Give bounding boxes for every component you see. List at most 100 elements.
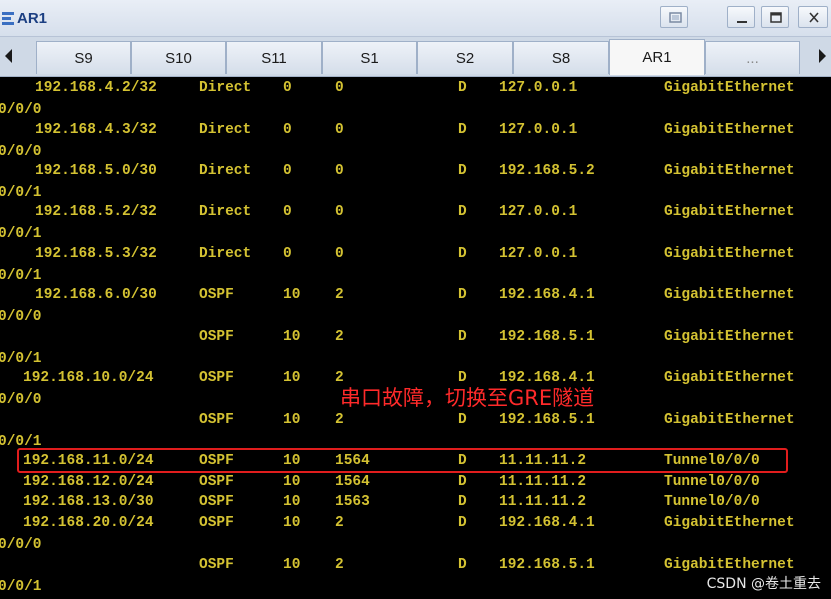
route-dest: 192.168.5.0/30 — [35, 163, 157, 179]
route-flags: D — [458, 287, 467, 303]
route-flags: D — [458, 122, 467, 138]
route-nexthop: 192.168.5.2 — [499, 163, 595, 179]
route-pre: 0 — [283, 122, 292, 138]
route-row: 192.168.4.2/32 Direct 0 0 D 127.0.0.1 GigabitE… — [0, 78, 831, 98]
app-icon — [2, 12, 14, 25]
route-pre: 10 — [283, 494, 301, 510]
route-flags: D — [458, 329, 467, 345]
close-icon[interactable] — [798, 6, 828, 28]
route-cost: 2 — [335, 557, 344, 573]
route-dest: 192.168.4.3/32 — [35, 122, 157, 138]
route-row: 192.168.5.0/30 Direct 0 0 D 192.168.5.2 Gigabi… — [0, 161, 831, 181]
route-iface: GigabitEthernet — [664, 80, 795, 96]
minimize-icon[interactable] — [727, 6, 755, 28]
route-cost: 2 — [335, 515, 344, 531]
route-proto: OSPF — [199, 515, 234, 531]
route-dest: 192.168.20.0/24 — [23, 515, 154, 531]
route-flags: D — [458, 494, 467, 510]
route-flags: D — [458, 412, 467, 428]
route-row: 192.168.6.0/30 OSPF 10 2 D 192.168.4.1 Gigabit… — [0, 285, 831, 305]
route-iface: GigabitEthernet — [664, 412, 795, 428]
tab-s8[interactable]: S8 — [513, 41, 609, 74]
route-iface: GigabitEthernet — [664, 246, 795, 262]
route-iface: GigabitEthernet — [664, 204, 795, 220]
terminal-output[interactable]: 192.168.4.2/32 Direct 0 0 D 127.0.0.1 GigabitE… — [0, 77, 831, 599]
route-pre: 10 — [283, 515, 301, 531]
route-iface-suffix: 0/0/0 — [0, 144, 42, 160]
scroll-left-icon[interactable] — [2, 43, 16, 69]
route-pre: 10 — [283, 370, 301, 386]
route-iface: GigabitEthernet — [664, 557, 795, 573]
route-row: OSPF 10 2 D 192.168.5.1 GigabitEthernet — [0, 410, 831, 430]
route-proto: OSPF — [199, 494, 234, 510]
tab-s9[interactable]: S9 — [36, 41, 131, 74]
route-cost: 0 — [335, 204, 344, 220]
title-bar: AR1 — [0, 0, 831, 37]
route-proto: OSPF — [199, 557, 234, 573]
scroll-right-icon[interactable] — [815, 43, 829, 69]
route-iface-suffix: 0/0/0 — [0, 392, 42, 408]
route-nexthop: 127.0.0.1 — [499, 204, 578, 220]
route-nexthop: 11.11.11.2 — [499, 474, 587, 490]
window-title: AR1 — [17, 10, 48, 27]
route-cost: 2 — [335, 329, 344, 345]
route-iface: Tunnel0/0/0 — [664, 474, 760, 490]
route-cost: 2 — [335, 412, 344, 428]
tunnel-route-highlight — [17, 448, 788, 473]
route-dest: 192.168.13.0/30 — [23, 494, 154, 510]
route-pre: 10 — [283, 329, 301, 345]
route-nexthop: 192.168.4.1 — [499, 287, 595, 303]
route-iface-suffix: 0/0/0 — [0, 102, 42, 118]
maximize-icon[interactable] — [761, 6, 789, 28]
route-dest: 192.168.12.0/24 — [23, 474, 154, 490]
route-pre: 0 — [283, 163, 292, 179]
route-proto: OSPF — [199, 287, 234, 303]
restore-icon[interactable] — [660, 6, 688, 28]
route-dest: 192.168.5.3/32 — [35, 246, 157, 262]
route-nexthop: 192.168.5.1 — [499, 557, 595, 573]
route-iface-suffix: 0/0/1 — [0, 185, 42, 201]
watermark: CSDN @卷土重去 — [706, 576, 821, 592]
route-dest: 192.168.5.2/32 — [35, 204, 157, 220]
route-proto: OSPF — [199, 412, 234, 428]
route-flags: D — [458, 80, 467, 96]
route-cost: 1563 — [335, 494, 370, 510]
route-iface-suffix: 0/0/0 — [0, 537, 42, 553]
route-dest: 192.168.6.0/30 — [35, 287, 157, 303]
route-proto: Direct — [199, 163, 252, 179]
route-flags: D — [458, 557, 467, 573]
tab-s11[interactable]: S11 — [226, 41, 322, 74]
route-iface: GigabitEthernet — [664, 163, 795, 179]
route-row: OSPF 10 2 D 192.168.5.1 GigabitEthernet — [0, 327, 831, 347]
tab-s1[interactable]: S1 — [322, 41, 417, 74]
route-proto: Direct — [199, 246, 252, 262]
route-flags: D — [458, 163, 467, 179]
route-iface: Tunnel0/0/0 — [664, 494, 760, 510]
tab-more[interactable]: ... — [705, 41, 800, 74]
route-cost: 2 — [335, 287, 344, 303]
route-iface: GigabitEthernet — [664, 515, 795, 531]
route-dest: 192.168.10.0/24 — [23, 370, 154, 386]
route-iface-suffix: 0/0/0 — [0, 309, 42, 325]
route-nexthop: 192.168.5.1 — [499, 329, 595, 345]
route-nexthop: 127.0.0.1 — [499, 246, 578, 262]
route-cost: 0 — [335, 246, 344, 262]
route-iface: GigabitEthernet — [664, 287, 795, 303]
tab-strip: S9 S10 S11 S1 S2 S8 AR1 ... — [0, 37, 831, 77]
route-cost: 0 — [335, 163, 344, 179]
route-nexthop: 127.0.0.1 — [499, 122, 578, 138]
tab-s10[interactable]: S10 — [131, 41, 226, 74]
route-pre: 0 — [283, 80, 292, 96]
route-proto: Direct — [199, 122, 252, 138]
route-iface: GigabitEthernet — [664, 122, 795, 138]
route-iface-suffix: 0/0/1 — [0, 268, 42, 284]
route-cost: 1564 — [335, 474, 370, 490]
route-flags: D — [458, 204, 467, 220]
tab-ar1[interactable]: AR1 — [609, 39, 705, 75]
route-dest: 192.168.4.2/32 — [35, 80, 157, 96]
route-iface-suffix: 0/0/1 — [0, 226, 42, 242]
route-row: 192.168.20.0/24 OSPF 10 2 D 192.168.4.1 Gigabi… — [0, 513, 831, 533]
route-proto: OSPF — [199, 370, 234, 386]
route-nexthop: 192.168.4.1 — [499, 515, 595, 531]
tab-s2[interactable]: S2 — [417, 41, 513, 74]
